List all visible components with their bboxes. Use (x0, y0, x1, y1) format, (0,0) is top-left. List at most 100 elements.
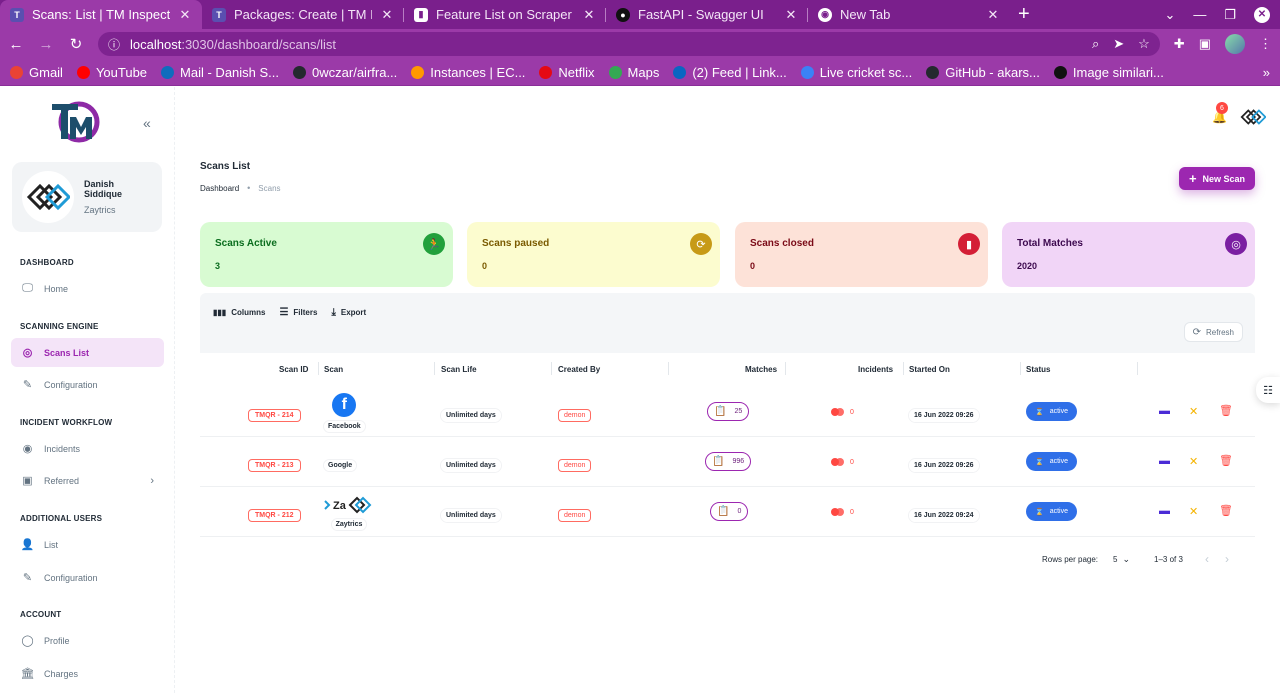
tab-search-chevron-icon[interactable]: ⌄ (1164, 7, 1175, 23)
browser-tab-packages[interactable]: T Packages: Create | TM Insp ✕ (202, 0, 404, 29)
browser-tab-scans-list[interactable]: T Scans: List | TM Inspector ✕ (0, 0, 202, 29)
account-avatar-logo-icon[interactable] (1240, 107, 1266, 127)
table-row[interactable]: TMQR - 213 Google Unlimited days demon 📋… (200, 437, 1255, 487)
tab-close-icon[interactable]: ✕ (178, 7, 192, 23)
table-row[interactable]: TMQR - 214 f Facebook Unlimited days dem… (200, 387, 1255, 437)
column-header-scan-id[interactable]: Scan ID (279, 365, 308, 374)
bookmark-item[interactable]: Mail - Danish S... (161, 65, 279, 80)
column-header-status[interactable]: Status (1026, 365, 1050, 374)
sidebar-item-charges[interactable]: 🏛 Charges (11, 659, 164, 688)
filters-button[interactable]: ☰ Filters (279, 307, 317, 318)
sidebar-item-scans-list[interactable]: ◎ Scans List (11, 338, 164, 367)
table-row[interactable]: TMQR - 212 Za Zaytrics Unlimited days de… (200, 487, 1255, 537)
reload-icon[interactable]: ↻ (68, 35, 84, 53)
details-action-icon[interactable]: ▬ (1159, 455, 1170, 467)
browser-tab-new-tab[interactable]: ◉ New Tab ✕ (808, 0, 1010, 29)
send-icon[interactable]: ➤ (1113, 36, 1124, 52)
export-button[interactable]: ⤓ Export (331, 307, 366, 318)
details-action-icon[interactable]: ▬ (1159, 505, 1170, 517)
status-badge[interactable]: ⌛ active (1026, 452, 1077, 471)
column-separator[interactable] (551, 362, 552, 375)
tab-close-icon[interactable]: ✕ (986, 7, 1000, 23)
details-action-icon[interactable]: ▬ (1159, 405, 1170, 417)
scan-id-badge[interactable]: TMQR - 212 (248, 509, 301, 522)
column-header-scan-life[interactable]: Scan Life (441, 365, 477, 374)
refresh-button[interactable]: ⟳ Refresh (1183, 322, 1243, 342)
bookmark-item[interactable]: Netflix (539, 65, 595, 80)
user-card[interactable]: Danish Siddique Zaytrics (12, 162, 162, 232)
bookmark-star-icon[interactable]: ☆ (1138, 36, 1150, 52)
delete-action-icon[interactable]: 🗑 (1219, 504, 1233, 517)
sidebar-item-referred[interactable]: ▣ Referred › (11, 466, 164, 495)
sidebar-item-scan-configuration[interactable]: ✎ Configuration (11, 370, 164, 399)
column-separator[interactable] (318, 362, 319, 375)
tab-close-icon[interactable]: ✕ (784, 7, 798, 23)
next-page-icon[interactable]: › (1225, 552, 1229, 566)
extensions-puzzle-icon[interactable]: ✚ (1174, 36, 1185, 52)
maximize-icon[interactable]: ❐ (1224, 7, 1236, 23)
minimize-icon[interactable]: — (1193, 7, 1206, 22)
bookmark-item[interactable]: Image similari... (1053, 65, 1164, 80)
column-separator[interactable] (1137, 362, 1138, 375)
sidebar-item-home[interactable]: 🖵 Home (11, 274, 164, 303)
matches-badge[interactable]: 📋 996 (705, 452, 752, 471)
column-separator[interactable] (903, 362, 904, 375)
bookmark-item[interactable]: GitHub - akars... (926, 65, 1040, 80)
status-badge[interactable]: ⌛ active (1026, 502, 1077, 521)
matches-badge[interactable]: 📋 25 (707, 402, 750, 421)
rows-per-page-select[interactable]: 5 ⌄ (1113, 554, 1130, 565)
bookmark-item[interactable]: YouTube (76, 65, 147, 80)
column-header-created-by[interactable]: Created By (558, 365, 600, 374)
close-scan-action-icon[interactable]: ✕ (1189, 505, 1198, 518)
close-scan-action-icon[interactable]: ✕ (1189, 455, 1198, 468)
bookmark-item[interactable]: 0wczar/airfra... (293, 65, 397, 80)
column-header-started-on[interactable]: Started On (909, 365, 950, 374)
incidents-cell[interactable]: 0 (831, 508, 854, 516)
column-separator[interactable] (434, 362, 435, 375)
side-panel-icon[interactable]: ▣ (1199, 36, 1211, 52)
column-separator[interactable] (1020, 362, 1021, 375)
zoom-search-icon[interactable]: ⌕ (1092, 36, 1099, 52)
breadcrumb-dashboard[interactable]: Dashboard (200, 184, 239, 193)
bookmark-item[interactable]: Live cricket sc... (800, 65, 912, 80)
scan-id-badge[interactable]: TMQR - 213 (248, 459, 301, 472)
scan-id-badge[interactable]: TMQR - 214 (248, 409, 301, 422)
matches-badge[interactable]: 📋 0 (710, 502, 749, 521)
column-header-incidents[interactable]: Incidents (858, 365, 893, 374)
settings-drawer-toggle-icon[interactable]: ☷ (1256, 377, 1280, 403)
new-scan-button[interactable]: + New Scan (1179, 167, 1255, 190)
tab-close-icon[interactable]: ✕ (582, 7, 596, 23)
notification-bell-icon[interactable]: 🔔 6 (1212, 102, 1228, 124)
bookmarks-overflow-icon[interactable]: » (1263, 65, 1270, 80)
column-separator[interactable] (668, 362, 669, 375)
back-arrow-icon[interactable]: ← (8, 36, 24, 53)
sidebar-item-incidents[interactable]: ◉ Incidents (11, 434, 164, 463)
forward-arrow-icon[interactable]: → (38, 36, 54, 53)
sidebar-item-users-list[interactable]: 👤 List (11, 530, 164, 559)
new-tab-button[interactable]: + (1010, 0, 1038, 29)
columns-button[interactable]: ▮▮▮ Columns (213, 307, 265, 318)
bookmark-item[interactable]: Gmail (10, 65, 63, 80)
bookmark-item[interactable]: Maps (608, 65, 659, 80)
previous-page-icon[interactable]: ‹ (1205, 552, 1209, 566)
url-omnibox[interactable]: ⓘ localhost:3030/dashboard/scans/list ⌕ … (98, 32, 1160, 56)
window-close-icon[interactable]: ✕ (1254, 6, 1270, 23)
incidents-cell[interactable]: 0 (831, 458, 854, 466)
bookmark-item[interactable]: (2) Feed | Link... (673, 65, 787, 80)
browser-menu-icon[interactable]: ⋮ (1259, 36, 1272, 52)
column-header-scan[interactable]: Scan (324, 365, 343, 374)
collapse-sidebar-icon[interactable]: « (143, 115, 151, 131)
browser-profile-avatar[interactable] (1225, 34, 1245, 54)
delete-action-icon[interactable]: 🗑 (1219, 454, 1233, 467)
delete-action-icon[interactable]: 🗑 (1219, 404, 1233, 417)
browser-tab-feature-list[interactable]: ▮ Feature List on Scraper | T ✕ (404, 0, 606, 29)
incidents-cell[interactable]: 0 (831, 408, 854, 416)
sidebar-item-users-configuration[interactable]: ✎ Configuration (11, 563, 164, 592)
column-separator[interactable] (785, 362, 786, 375)
site-info-icon[interactable]: ⓘ (108, 36, 120, 53)
sidebar-item-profile[interactable]: ◯ Profile (11, 626, 164, 655)
status-badge[interactable]: ⌛ active (1026, 402, 1077, 421)
close-scan-action-icon[interactable]: ✕ (1189, 405, 1198, 418)
column-header-matches[interactable]: Matches (745, 365, 777, 374)
bookmark-item[interactable]: Instances | EC... (411, 65, 525, 80)
